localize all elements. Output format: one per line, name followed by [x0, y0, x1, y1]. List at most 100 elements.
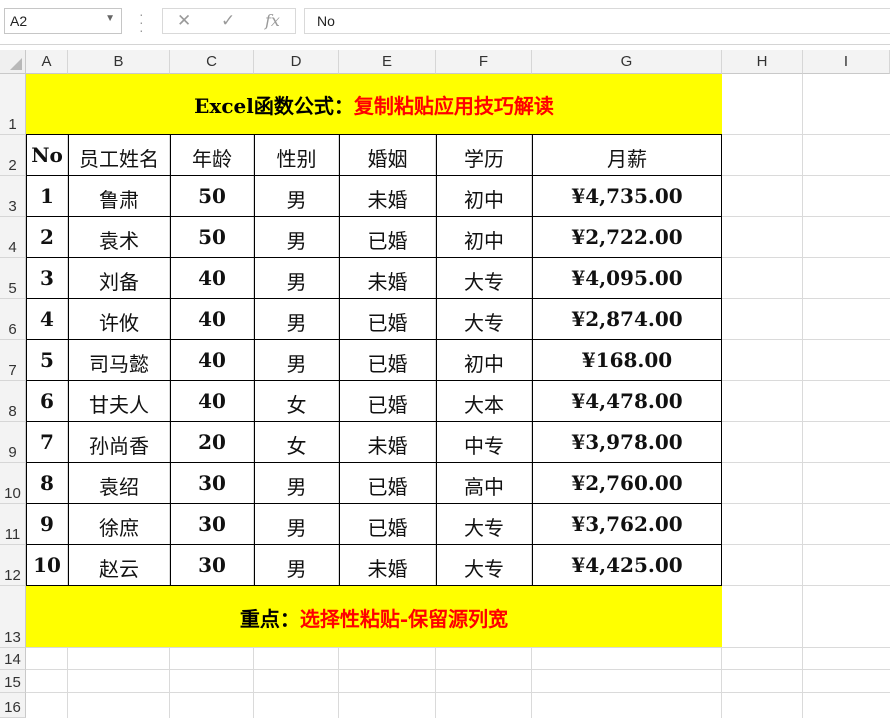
cell-marital[interactable]: 未婚	[339, 266, 436, 295]
column-header-b[interactable]: B	[68, 50, 170, 74]
cell-marital[interactable]: 已婚	[339, 389, 436, 418]
cell-name[interactable]: 赵云	[68, 553, 170, 582]
cell-name[interactable]: 鲁肃	[68, 184, 170, 213]
cell-no[interactable]: 2	[26, 225, 68, 249]
cell-age[interactable]: 50	[170, 184, 254, 208]
insert-function-icon[interactable]: fx	[265, 11, 280, 30]
row-header-15[interactable]: 15	[0, 670, 26, 693]
column-header-e[interactable]: E	[339, 50, 436, 74]
cell-education[interactable]: 大专	[436, 307, 532, 336]
cell-name[interactable]: 许攸	[68, 307, 170, 336]
cell-no[interactable]: 6	[26, 389, 68, 413]
cell-name[interactable]: 孙尚香	[68, 430, 170, 459]
cell-salary[interactable]: ¥4,478.00	[532, 389, 722, 413]
spreadsheet-grid[interactable]: A B C D E F G H I 1 2 3 4 5 6 7 8 9 10 1…	[0, 50, 890, 718]
cell-no[interactable]: 4	[26, 307, 68, 331]
row-header-8[interactable]: 8	[0, 381, 26, 422]
row-header-11[interactable]: 11	[0, 504, 26, 545]
cell-marital[interactable]: 已婚	[339, 471, 436, 500]
column-header-d[interactable]: D	[254, 50, 339, 74]
cell-gender[interactable]: 男	[254, 553, 339, 582]
cell-age[interactable]: 40	[170, 348, 254, 372]
cell-education[interactable]: 初中	[436, 348, 532, 377]
cell-salary[interactable]: ¥168.00	[532, 348, 722, 372]
cell-gender[interactable]: 男	[254, 266, 339, 295]
cell-age[interactable]: 30	[170, 471, 254, 495]
cell-gender[interactable]: 男	[254, 184, 339, 213]
cell-no[interactable]: 3	[26, 266, 68, 290]
chevron-down-icon[interactable]: ▼	[105, 13, 115, 24]
cell-gender[interactable]: 男	[254, 471, 339, 500]
row-header-9[interactable]: 9	[0, 422, 26, 463]
cell-salary[interactable]: ¥4,735.00	[532, 184, 722, 208]
cell-gender[interactable]: 男	[254, 348, 339, 377]
cell-education[interactable]: 大本	[436, 389, 532, 418]
cell-age[interactable]: 30	[170, 512, 254, 536]
row-header-1[interactable]: 1	[0, 74, 26, 135]
column-header-i[interactable]: I	[803, 50, 890, 74]
name-box[interactable]: A2 ▼	[4, 8, 122, 34]
cell-education[interactable]: 大专	[436, 553, 532, 582]
cell-no[interactable]: 7	[26, 430, 68, 454]
cell-salary[interactable]: ¥3,978.00	[532, 430, 722, 454]
cell-education[interactable]: 初中	[436, 184, 532, 213]
cell-gender[interactable]: 女	[254, 430, 339, 459]
cell-salary[interactable]: ¥2,874.00	[532, 307, 722, 331]
row-header-12[interactable]: 12	[0, 545, 26, 586]
cell-education[interactable]: 大专	[436, 512, 532, 541]
cell-age[interactable]: 40	[170, 266, 254, 290]
row-header-16[interactable]: 16	[0, 693, 26, 718]
column-header-h[interactable]: H	[722, 50, 803, 74]
cell-education[interactable]: 中专	[436, 430, 532, 459]
cell-education[interactable]: 初中	[436, 225, 532, 254]
cell-gender[interactable]: 男	[254, 225, 339, 254]
cell-age[interactable]: 50	[170, 225, 254, 249]
row-header-7[interactable]: 7	[0, 340, 26, 381]
cell-salary[interactable]: ¥4,095.00	[532, 266, 722, 290]
cell-name[interactable]: 徐庶	[68, 512, 170, 541]
row-header-4[interactable]: 4	[0, 217, 26, 258]
cell-age[interactable]: 40	[170, 389, 254, 413]
cell-marital[interactable]: 已婚	[339, 512, 436, 541]
cell-name[interactable]: 袁绍	[68, 471, 170, 500]
cell-no[interactable]: 8	[26, 471, 68, 495]
cell-marital[interactable]: 已婚	[339, 348, 436, 377]
cell-no[interactable]: 1	[26, 184, 68, 208]
header-age[interactable]: 年龄	[170, 143, 254, 172]
row-header-3[interactable]: 3	[0, 176, 26, 217]
cell-no[interactable]: 9	[26, 512, 68, 536]
row-header-2[interactable]: 2	[0, 135, 26, 176]
header-gender[interactable]: 性别	[254, 143, 339, 172]
cell-marital[interactable]: 已婚	[339, 225, 436, 254]
cell-name[interactable]: 刘备	[68, 266, 170, 295]
cell-name[interactable]: 甘夫人	[68, 389, 170, 418]
drag-handle-icon[interactable]: ···	[139, 10, 144, 34]
formula-input[interactable]: No	[304, 8, 890, 34]
cell-education[interactable]: 大专	[436, 266, 532, 295]
row-header-6[interactable]: 6	[0, 299, 26, 340]
column-header-a[interactable]: A	[26, 50, 68, 74]
confirm-icon[interactable]: ✓	[221, 11, 235, 31]
row-header-14[interactable]: 14	[0, 648, 26, 670]
cell-marital[interactable]: 未婚	[339, 430, 436, 459]
cell-no[interactable]: 5	[26, 348, 68, 372]
cell-age[interactable]: 40	[170, 307, 254, 331]
cell-salary[interactable]: ¥3,762.00	[532, 512, 722, 536]
header-no[interactable]: No	[26, 143, 68, 167]
cell-salary[interactable]: ¥2,760.00	[532, 471, 722, 495]
cell-marital[interactable]: 未婚	[339, 184, 436, 213]
cell-gender[interactable]: 女	[254, 389, 339, 418]
row-header-5[interactable]: 5	[0, 258, 26, 299]
cell-gender[interactable]: 男	[254, 307, 339, 336]
cell-name[interactable]: 司马懿	[68, 348, 170, 377]
select-all-button[interactable]	[0, 50, 26, 74]
cell-age[interactable]: 30	[170, 553, 254, 577]
cell-no[interactable]: 10	[26, 553, 68, 577]
cell-education[interactable]: 高中	[436, 471, 532, 500]
header-marital[interactable]: 婚姻	[339, 143, 436, 172]
header-name[interactable]: 员工姓名	[68, 143, 170, 172]
cell-marital[interactable]: 已婚	[339, 307, 436, 336]
column-header-g[interactable]: G	[532, 50, 722, 74]
header-education[interactable]: 学历	[436, 143, 532, 172]
cell-gender[interactable]: 男	[254, 512, 339, 541]
